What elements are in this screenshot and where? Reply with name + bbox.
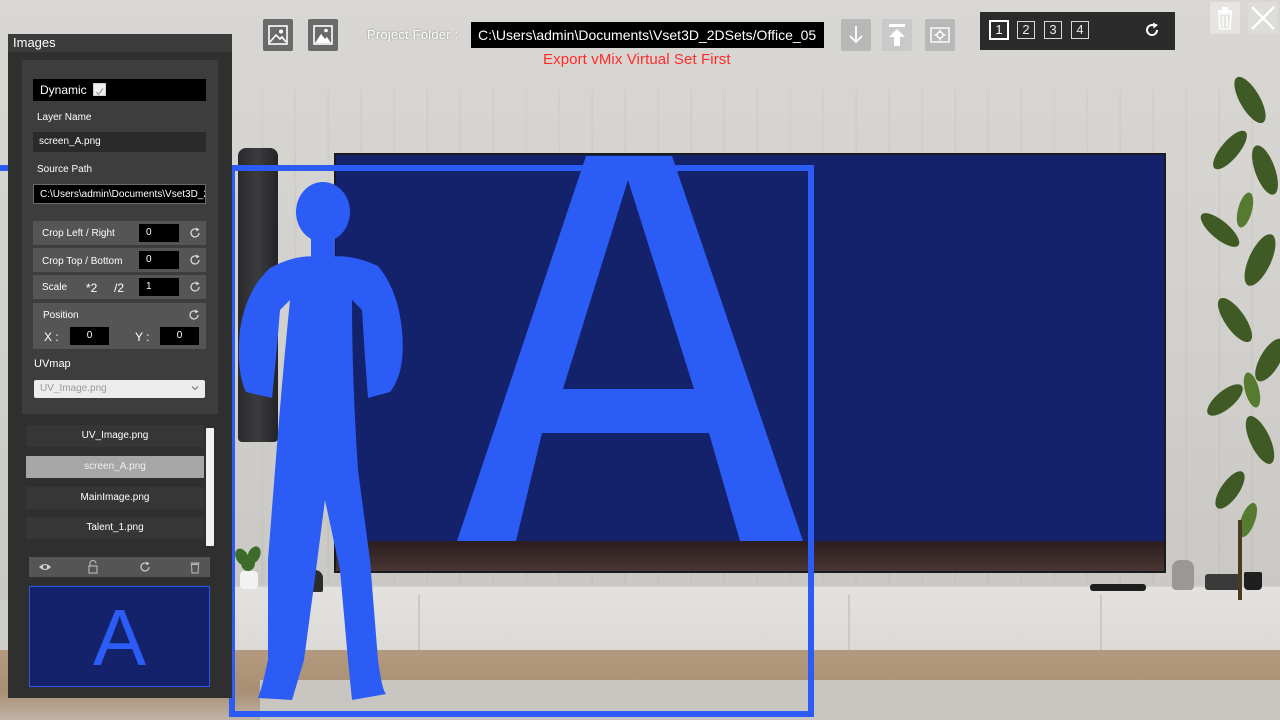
lock-button[interactable] (86, 559, 100, 575)
preview-letter: A (92, 593, 147, 682)
eye-icon (39, 564, 51, 570)
layer-name-label: Layer Name (37, 112, 92, 123)
add-image-button[interactable] (263, 19, 293, 51)
visibility-button[interactable] (38, 559, 52, 575)
position-x-input[interactable]: 0 (70, 327, 109, 345)
image-list-item-selected[interactable]: screen_A.png (26, 456, 204, 478)
scale-input[interactable]: 1 (139, 278, 179, 296)
upload-arrow-icon (889, 24, 905, 46)
image-list-item[interactable]: UV_Image.png (26, 425, 204, 447)
uvmap-select[interactable]: UV_Image.png (34, 380, 205, 398)
crop-top-bottom-label: Crop Top / Bottom (42, 256, 123, 267)
download-arrow-icon (849, 26, 863, 44)
refresh-icon (140, 561, 150, 572)
layout-button-3[interactable]: 3 (1044, 21, 1062, 39)
scale-label: Scale (42, 282, 68, 293)
project-folder-label: Project Folder : (367, 27, 459, 42)
reset-position-icon[interactable] (188, 309, 200, 321)
dynamic-label: Dynamic (40, 83, 87, 97)
scale-half-button[interactable]: /2 (114, 281, 124, 295)
close-button[interactable] (1248, 2, 1278, 34)
image-icon (268, 25, 288, 45)
talent-silhouette[interactable] (238, 182, 403, 700)
scale-double-button[interactable]: *2 (86, 281, 97, 295)
dynamic-checkbox[interactable] (93, 83, 106, 96)
layout-button-4[interactable]: 4 (1071, 21, 1089, 39)
layer-preview: A (29, 586, 210, 687)
chevron-down-icon (191, 386, 199, 391)
position-y-label: Y : (135, 330, 150, 344)
trash-icon (1218, 7, 1232, 30)
uvmap-label: UVmap (34, 358, 71, 370)
project-folder-field[interactable]: C:\Users\admin\Documents\Vset3D_2DSets/O… (471, 22, 824, 48)
trash-icon (190, 562, 200, 574)
crop-left-right-input[interactable]: 0 (139, 224, 179, 242)
add-image-variant-button[interactable] (308, 19, 338, 51)
image-list-scrollbar[interactable] (206, 428, 214, 546)
source-path-field[interactable]: C:\Users\admin\Documents\Vset3D_2D (33, 184, 206, 204)
layer-tools-bar (29, 557, 210, 577)
source-path-label: Source Path (37, 164, 93, 175)
reset-crop-tb-icon[interactable] (189, 254, 201, 266)
delete-set-button[interactable] (1210, 2, 1240, 34)
layout-button-2[interactable]: 2 (1017, 21, 1035, 39)
layer-name-field[interactable]: screen_A.png (33, 132, 206, 152)
image-add-icon (313, 25, 333, 45)
screen-letter-a (457, 156, 803, 541)
lock-open-icon (88, 560, 98, 574)
reload-layer-button[interactable] (138, 559, 152, 575)
crop-top-bottom-input[interactable]: 0 (139, 251, 179, 269)
position-y-input[interactable]: 0 (160, 327, 199, 345)
import-button[interactable] (841, 19, 871, 51)
position-label: Position (43, 310, 79, 321)
checkmark-icon (95, 88, 104, 96)
reset-scale-icon[interactable] (189, 281, 201, 293)
export-warning-text: Export vMix Virtual Set First (543, 51, 731, 68)
refresh-icon[interactable] (1142, 20, 1162, 40)
position-x-label: X : (44, 330, 59, 344)
gear-icon (930, 27, 950, 43)
image-list-item[interactable]: MainImage.png (26, 487, 204, 509)
image-list-item[interactable]: Talent_1.png (26, 517, 204, 539)
delete-layer-button[interactable] (188, 559, 202, 575)
layout-button-1[interactable]: 1 (989, 20, 1009, 40)
close-icon (1251, 6, 1275, 30)
settings-button[interactable] (925, 19, 955, 51)
images-panel-title: Images (8, 34, 232, 52)
crop-left-right-label: Crop Left / Right (42, 228, 115, 239)
export-button[interactable] (882, 19, 912, 51)
reset-crop-lr-icon[interactable] (189, 227, 201, 239)
